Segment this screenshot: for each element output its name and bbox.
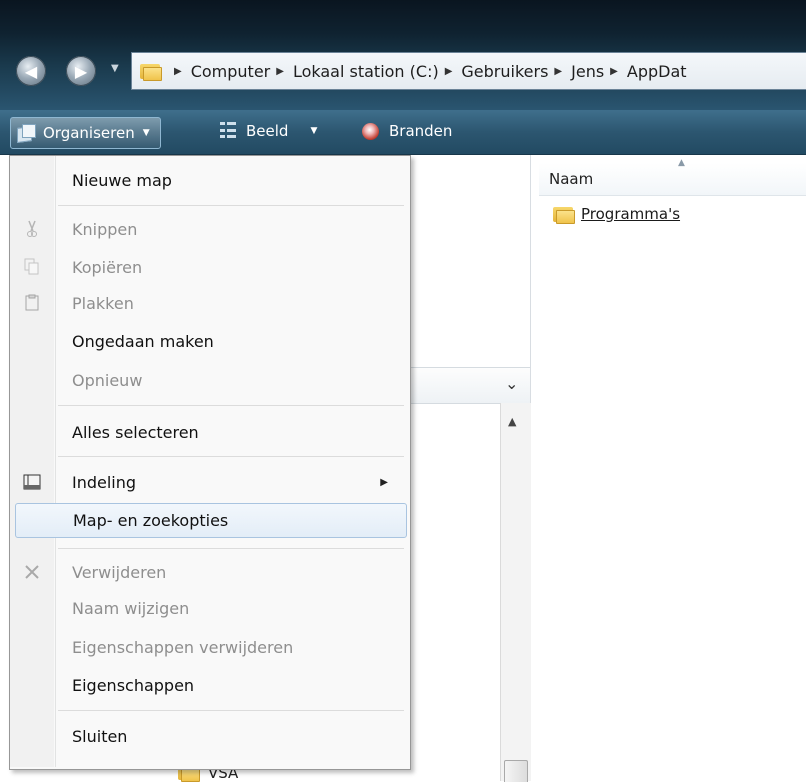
menu-item-cut[interactable]: Knippen	[12, 213, 406, 245]
menu-item-redo[interactable]: Opnieuw	[12, 364, 406, 396]
tree-scrollbar[interactable]	[500, 403, 531, 781]
menu-item-layout[interactable]: Indeling ▶	[12, 466, 406, 498]
address-bar[interactable]: ▶ Computer ▶ Lokaal station (C:) ▶ Gebru…	[131, 52, 806, 90]
menu-item-label: Eigenschappen verwijderen	[72, 637, 294, 657]
back-button[interactable]: ◀	[16, 56, 46, 86]
back-arrow-icon: ◀	[24, 61, 38, 81]
scroll-up-arrow-icon[interactable]: ▲	[508, 415, 516, 428]
forward-button[interactable]: ▶	[66, 56, 96, 86]
menu-item-label: Eigenschappen	[72, 675, 195, 695]
menu-item-label: Kopiëren	[72, 257, 143, 277]
chevron-down-icon: ▼	[310, 126, 318, 136]
delete-icon	[22, 563, 42, 581]
file-list-pane	[531, 155, 806, 781]
menu-item-label: Alles selecteren	[72, 422, 199, 442]
menu-item-label: Map- en zoekopties	[73, 511, 229, 530]
menu-item-paste[interactable]: Plakken	[12, 287, 406, 319]
chevron-down-icon[interactable]: ⌄	[505, 374, 518, 393]
breadcrumb: ▶ Computer ▶ Lokaal station (C:) ▶ Gebru…	[168, 62, 687, 81]
menu-separator	[58, 710, 404, 711]
menu-item-label: Knippen	[72, 219, 138, 239]
paste-icon	[22, 294, 42, 312]
menu-item-label: Naam wijzigen	[72, 598, 190, 618]
breadcrumb-item-users[interactable]: Gebruikers	[461, 62, 548, 81]
scissors-icon	[22, 220, 42, 238]
menu-item-folder-search-options[interactable]: Map- en zoekopties	[15, 503, 407, 538]
copy-icon	[22, 258, 42, 276]
scrollbar-thumb[interactable]	[504, 760, 528, 782]
menu-separator	[58, 405, 404, 406]
folder-icon	[140, 62, 162, 81]
folder-icon	[553, 205, 575, 224]
breadcrumb-separator-icon[interactable]: ▶	[276, 66, 284, 77]
menu-item-label: Indeling	[72, 472, 137, 492]
burn-label: Branden	[389, 122, 453, 140]
column-header-label: Naam	[549, 170, 594, 188]
menu-separator	[58, 205, 404, 206]
menu-item-select-all[interactable]: Alles selecteren	[12, 416, 406, 448]
breadcrumb-separator-icon[interactable]: ▶	[554, 66, 562, 77]
submenu-arrow-icon: ▶	[380, 476, 388, 488]
menu-item-label: Plakken	[72, 293, 134, 313]
organize-button[interactable]: Organiseren ▼	[10, 117, 161, 149]
menu-item-close[interactable]: Sluiten	[12, 720, 406, 752]
list-item[interactable]: Programma's	[553, 205, 680, 224]
menu-item-new-folder[interactable]: Nieuwe map	[12, 164, 406, 196]
menu-item-rename[interactable]: Naam wijzigen	[12, 592, 406, 624]
breadcrumb-separator-icon[interactable]: ▶	[445, 66, 453, 77]
view-label: Beeld	[246, 122, 289, 140]
sort-ascending-icon: ▲	[678, 158, 685, 168]
view-button[interactable]: Beeld ▼	[220, 122, 317, 140]
breadcrumb-item-local-drive[interactable]: Lokaal station (C:)	[293, 62, 439, 81]
layout-icon	[22, 473, 42, 491]
menu-item-copy[interactable]: Kopiëren	[12, 251, 406, 283]
menu-item-label: Ongedaan maken	[72, 331, 214, 351]
menu-item-label: Sluiten	[72, 726, 128, 746]
organize-icon	[17, 124, 36, 144]
menu-separator	[58, 456, 404, 457]
chevron-down-icon: ▼	[142, 128, 150, 138]
burn-button[interactable]: Branden	[362, 122, 452, 140]
menu-item-label: Nieuwe map	[72, 170, 172, 190]
menu-item-label: Opnieuw	[72, 370, 143, 390]
menu-item-properties[interactable]: Eigenschappen	[12, 669, 406, 701]
organize-label: Organiseren	[43, 124, 135, 142]
recent-pages-dropdown-icon[interactable]: ▼	[111, 63, 119, 74]
menu-item-remove-properties[interactable]: Eigenschappen verwijderen	[12, 631, 406, 663]
menu-item-undo[interactable]: Ongedaan maken	[12, 325, 406, 357]
breadcrumb-separator-icon[interactable]: ▶	[174, 66, 182, 77]
breadcrumb-item-jens[interactable]: Jens	[571, 62, 604, 81]
breadcrumb-item-computer[interactable]: Computer	[191, 62, 271, 81]
breadcrumb-item-appdata[interactable]: AppDat	[627, 62, 687, 81]
forward-arrow-icon: ▶	[74, 61, 88, 81]
file-name[interactable]: Programma's	[581, 205, 680, 223]
command-toolbar: Organiseren ▼ Beeld ▼ Branden	[0, 110, 806, 155]
breadcrumb-separator-icon[interactable]: ▶	[610, 66, 618, 77]
menu-separator	[58, 548, 404, 549]
menu-item-label: Verwijderen	[72, 562, 167, 582]
disc-burn-icon	[362, 122, 379, 140]
menu-item-delete[interactable]: Verwijderen	[12, 556, 406, 588]
view-icon	[220, 122, 236, 140]
